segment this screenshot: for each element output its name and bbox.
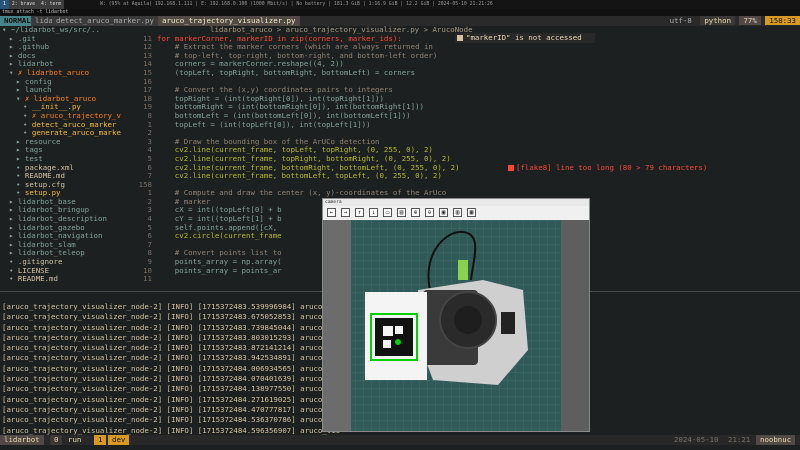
line-number: 11 <box>143 274 152 284</box>
error-icon <box>508 165 514 171</box>
camera-tool-button[interactable]: ▦ <box>467 208 476 217</box>
diagnostic-text: [flake8] line too long (80 > 79 characte… <box>516 163 708 172</box>
camera-tool-button[interactable]: ▭ <box>383 208 392 217</box>
camera-toolbar: ← → ↑ ↓ ▭ ▤ ⊕ ⊖ ▣ ▥ ▦ <box>323 207 589 219</box>
camera-tool-button[interactable]: ▤ <box>397 208 406 217</box>
camera-tool-button[interactable]: ⊖ <box>425 208 434 217</box>
workspace-2[interactable]: 2: brave <box>8 0 38 9</box>
tmux-window-1[interactable]: dev <box>108 435 130 445</box>
tmux-date: 2024-05-10 <box>674 435 719 444</box>
scroll-percent: 77% <box>739 16 761 25</box>
camera-tool-button[interactable]: ↑ <box>355 208 364 217</box>
system-status-text: W: (95% at Aquila) 192.168.1.111 | E: 19… <box>100 2 493 7</box>
camera-tool-button[interactable]: ▥ <box>453 208 462 217</box>
camera-tool-button[interactable]: → <box>341 208 350 217</box>
camera-tool-button[interactable]: ⊕ <box>411 208 420 217</box>
line-number-gutter: 1611121314151617181981234567158123456789… <box>128 26 152 290</box>
diagnostic-message: [flake8] line too long (80 > 79 characte… <box>508 163 708 173</box>
hint-icon <box>457 35 463 41</box>
camera-window-title: camera <box>323 199 589 206</box>
explorer-item[interactable]: • README.md <box>0 274 128 284</box>
camera-tool-button[interactable]: ▣ <box>439 208 448 217</box>
camera-window[interactable]: camera ← → ↑ ↓ ▭ ▤ ⊕ ⊖ ▣ ▥ ▦ <box>322 198 590 432</box>
i3-status-bar: 1 2: brave 4: term W: (95% at Aquila) 192.… <box>0 0 800 9</box>
code-line: (topLeft, topRight, bottomRight, bottomL… <box>157 67 416 77</box>
mode-indicator: NORMAL <box>0 16 35 26</box>
tmux-time: 21:21 <box>728 435 751 444</box>
tmux-window-0-index[interactable]: 0 <box>50 435 63 445</box>
tmux-window-0[interactable]: run <box>64 435 85 445</box>
code-line: # Compute and draw the center (x, y)-coo… <box>157 188 447 198</box>
filetype: python <box>700 16 736 25</box>
encoding: utf-8 <box>669 16 692 25</box>
explorer-item-label: README.md <box>17 274 58 284</box>
code-line: cv2.line(current_frame, bottomLeft, topL… <box>157 171 442 181</box>
tabline-status: utf-8 python 77% 158:33 <box>666 16 800 26</box>
hover-text: "markerID" is not accessed <box>466 33 582 42</box>
file-explorer: ▾ ~/lidarbot_ws/src/.. ▸ .git ▸ .github ▸ d… <box>0 26 128 290</box>
tmux-status-bar: lidarbot 0 run 1 dev 2024-05-10 21:21 no… <box>0 435 800 445</box>
cursor-position: 158:33 <box>765 16 800 25</box>
breadcrumb: lidarbot_aruco > aruco_trajectory_visual… <box>210 25 473 35</box>
workspace-1[interactable]: 1 <box>0 0 9 9</box>
tab-detect-aruco-marker[interactable]: detect_aruco_marker.py <box>52 16 158 26</box>
window-title: tmux attach -t lidarbot <box>0 9 800 16</box>
tmux-window-1-index[interactable]: 1 <box>94 435 107 445</box>
camera-frame <box>323 220 589 431</box>
hover-hint: "markerID" is not accessed <box>455 33 595 43</box>
workspace-4[interactable]: 4: term <box>38 0 65 9</box>
file-icon: • <box>9 274 18 284</box>
camera-tool-button[interactable]: ↓ <box>369 208 378 217</box>
tmux-session: lidarbot <box>0 435 44 445</box>
camera-tool-button[interactable]: ← <box>327 208 336 217</box>
code-line: topLeft = (int(topLeft[0]), int(topLeft[… <box>157 119 371 129</box>
tmux-host: noobnuc <box>756 435 796 445</box>
camera-image <box>323 220 589 431</box>
